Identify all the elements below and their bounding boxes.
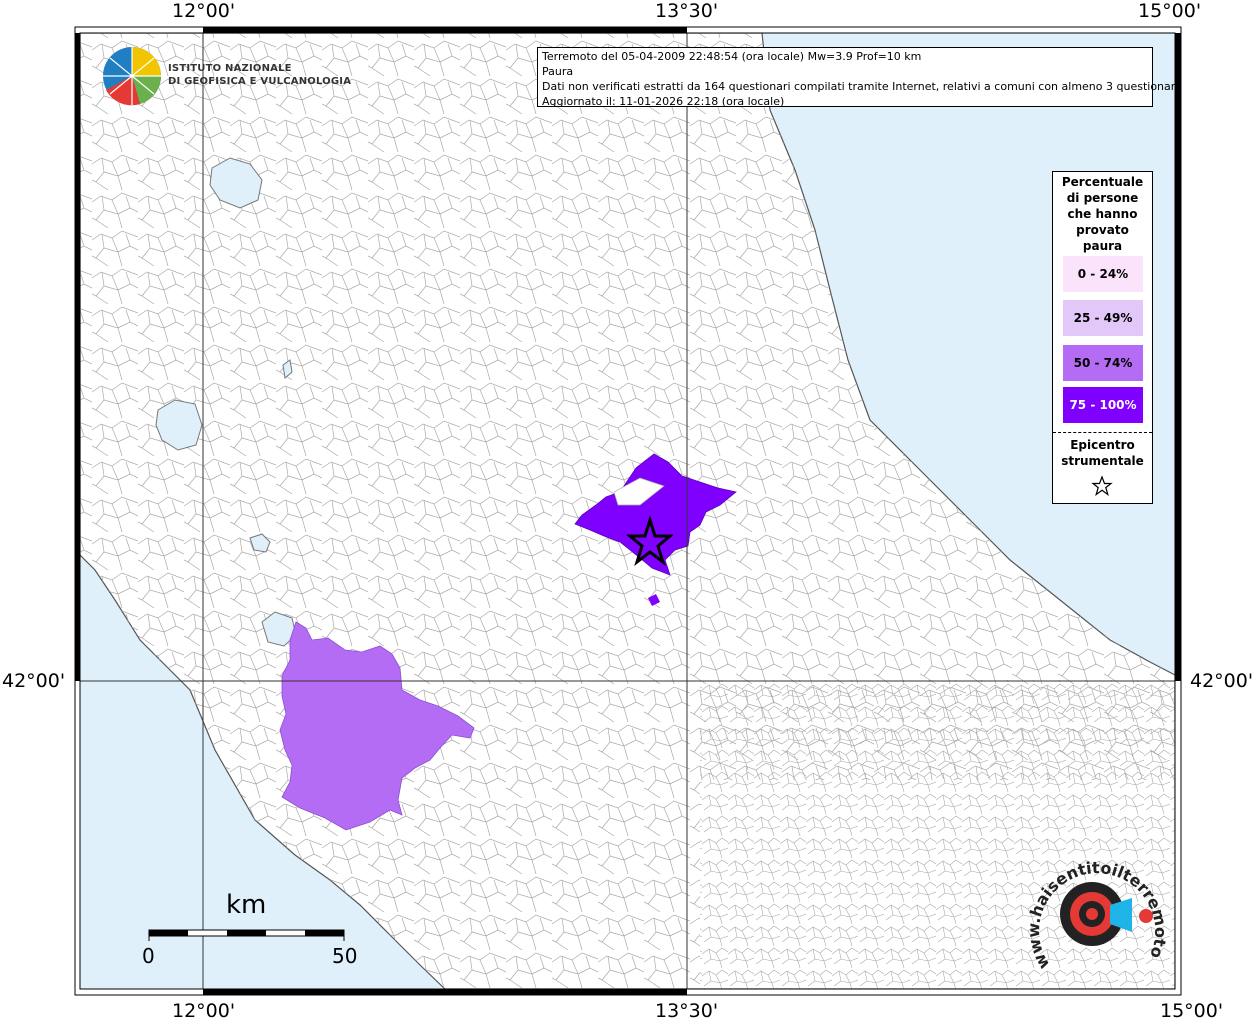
legend-title-line: provato	[1076, 223, 1129, 237]
scale-max-label: 50	[332, 944, 358, 968]
legend-title: Percentuale di persone che hanno provato…	[1053, 174, 1152, 254]
legend-title-line: Percentuale	[1061, 175, 1144, 189]
legend-title-line: che hanno	[1067, 207, 1138, 221]
legend-class-3: 75 - 100%	[1063, 387, 1143, 423]
event-info-box: Terremoto del 05-04-2009 22:48:54 (ora l…	[537, 47, 1182, 108]
svg-text:www.haisentitoilterremoto.it: www.haisentitoilterremoto.it	[1020, 845, 1170, 973]
legend-separator	[1053, 432, 1152, 433]
event-info-line-2: Paura	[542, 65, 574, 78]
scale-unit-label: km	[226, 890, 267, 920]
legend-title-line: di persone	[1066, 191, 1139, 205]
coord-left: 42°00'	[2, 670, 66, 692]
ingv-logo-text: ISTITUTO NAZIONALE DI GEOFISICA E VULCAN…	[168, 62, 351, 88]
legend: Percentuale di persone che hanno provato…	[1052, 171, 1153, 504]
coord-top-3: 15°00'	[1138, 0, 1202, 22]
legend-epicenter-line: Epicentro	[1070, 438, 1135, 452]
scale-min-label: 0	[142, 944, 155, 968]
legend-title-line: paura	[1082, 239, 1123, 253]
legend-class-2: 50 - 74%	[1063, 345, 1143, 381]
legend-class-0: 0 - 24%	[1063, 256, 1143, 292]
event-info-line-3: Dati non verificati estratti da 164 ques…	[542, 80, 1182, 93]
legend-star-icon	[1091, 475, 1113, 497]
coord-bottom-2: 13°30'	[655, 1000, 719, 1022]
watermark-text: www.haisentitoilterremoto.it	[1020, 845, 1170, 973]
legend-epicenter-label: Epicentro strumentale	[1053, 437, 1152, 469]
ingv-line-1: ISTITUTO NAZIONALE	[168, 63, 292, 74]
coord-bottom-3: 15°00'	[1160, 1000, 1224, 1022]
watermark-text-ring: www.haisentitoilterremoto.it	[1020, 845, 1170, 973]
ingv-line-2: DI GEOFISICA E VULCANOLOGIA	[168, 76, 352, 87]
coord-top-1: 12°00'	[172, 0, 236, 22]
ingv-logo-icon	[103, 47, 162, 106]
coord-bottom-1: 12°00'	[172, 1000, 236, 1022]
legend-class-1: 25 - 49%	[1063, 300, 1143, 336]
event-info-line-4: Aggiornato il: 11-01-2026 22:18 (ora loc…	[542, 95, 785, 108]
legend-epicenter-line: strumentale	[1061, 454, 1144, 468]
event-info-line-1: Terremoto del 05-04-2009 22:48:54 (ora l…	[542, 50, 922, 63]
coord-right: 42°00'	[1190, 670, 1254, 692]
coord-top-2: 13°30'	[655, 0, 719, 22]
